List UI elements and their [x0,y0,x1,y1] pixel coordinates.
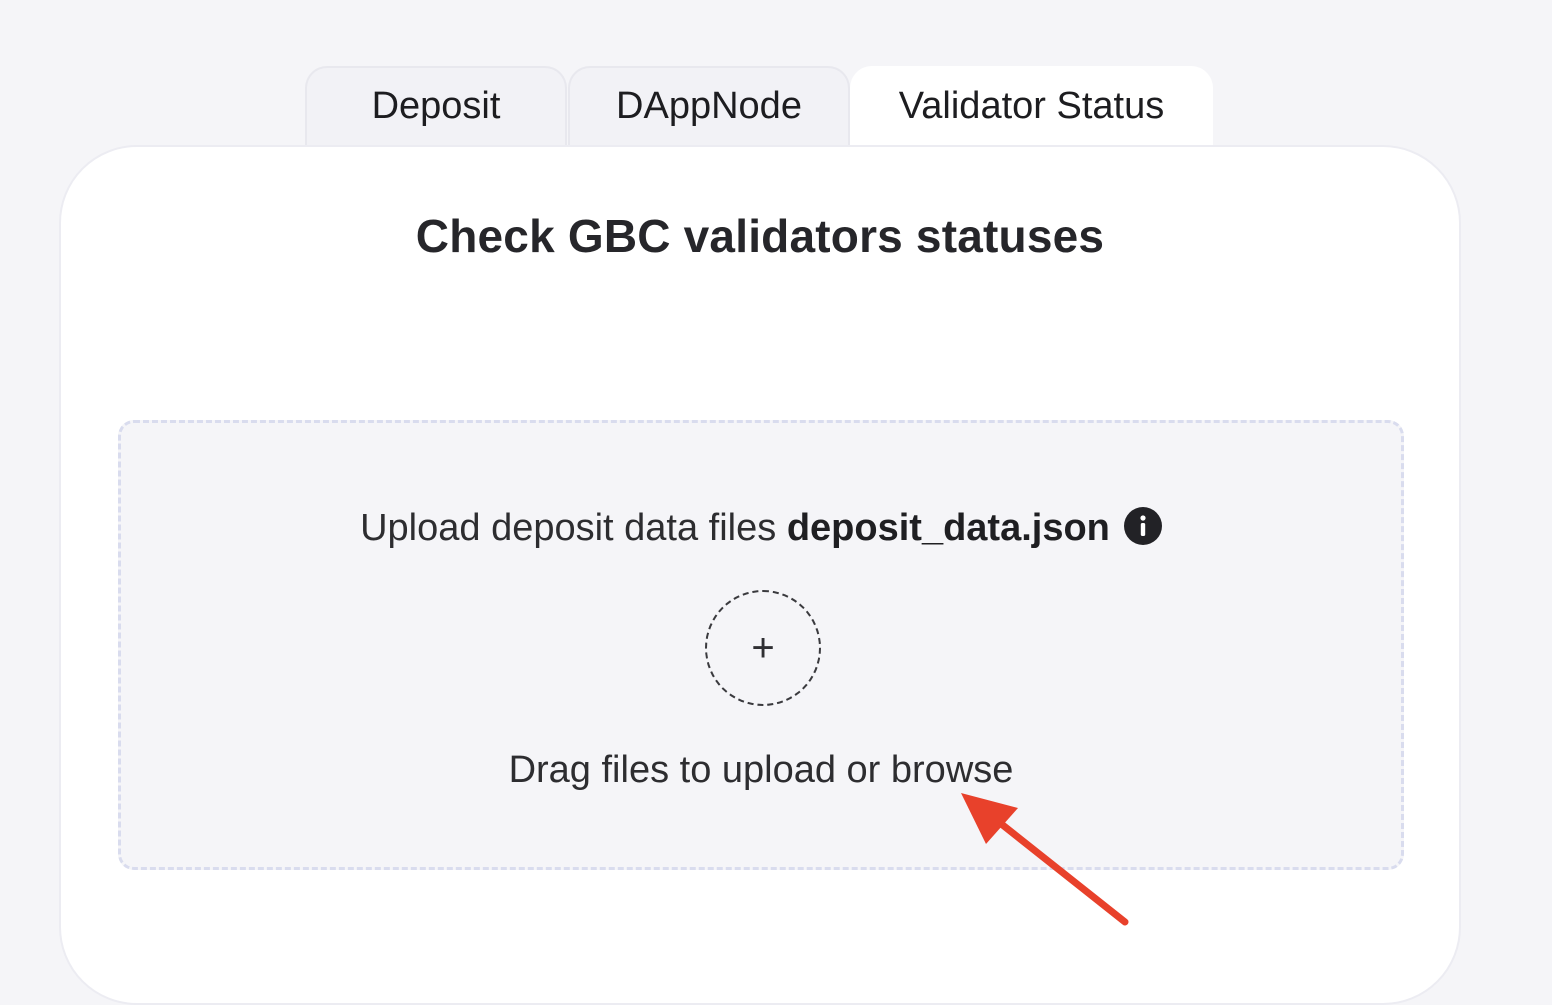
drag-or-browse-text[interactable]: Drag files to upload or browse [121,749,1401,792]
file-dropzone[interactable]: Upload deposit data files deposit_data.j… [118,420,1404,870]
tab-bar: Deposit DAppNode Validator Status [0,0,1552,166]
page-title: Check GBC validators statuses [415,210,1105,262]
validator-status-card: Check GBC validators statuses Upload dep… [59,145,1461,1005]
upload-instructions: Upload deposit data files deposit_data.j… [121,506,1401,550]
add-file-button[interactable]: + [705,590,821,706]
info-icon[interactable] [1123,506,1162,545]
file-name-label: deposit_data.json [786,507,1110,549]
upload-label: Upload deposit data files [360,507,777,549]
plus-icon: + [751,626,775,670]
